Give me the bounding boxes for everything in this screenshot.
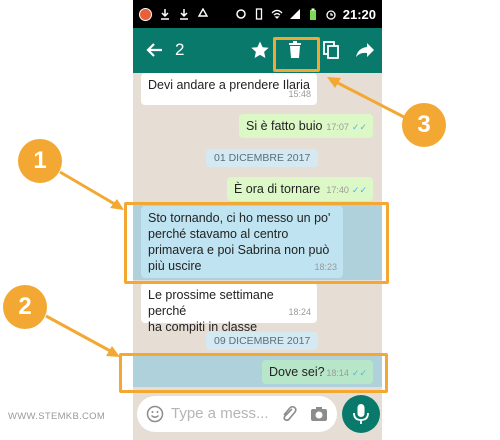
watermark: WWW.STEMKB.COM bbox=[8, 411, 106, 422]
arrow-line-1 bbox=[59, 170, 119, 208]
annotation-badge-1: 1 bbox=[18, 139, 62, 183]
tutorial-screenshot: 21:20 2 Devi andare a prendere Ilaria 15… bbox=[0, 0, 500, 440]
arrow-head-1 bbox=[110, 199, 124, 210]
arrow-head-2 bbox=[106, 346, 120, 357]
annotation-badge-2: 2 bbox=[3, 285, 47, 329]
arrow-line-3 bbox=[333, 79, 405, 119]
annotation-badge-3: 3 bbox=[402, 103, 446, 147]
arrow-line-2 bbox=[45, 314, 115, 355]
annotation-arrows bbox=[45, 77, 405, 357]
